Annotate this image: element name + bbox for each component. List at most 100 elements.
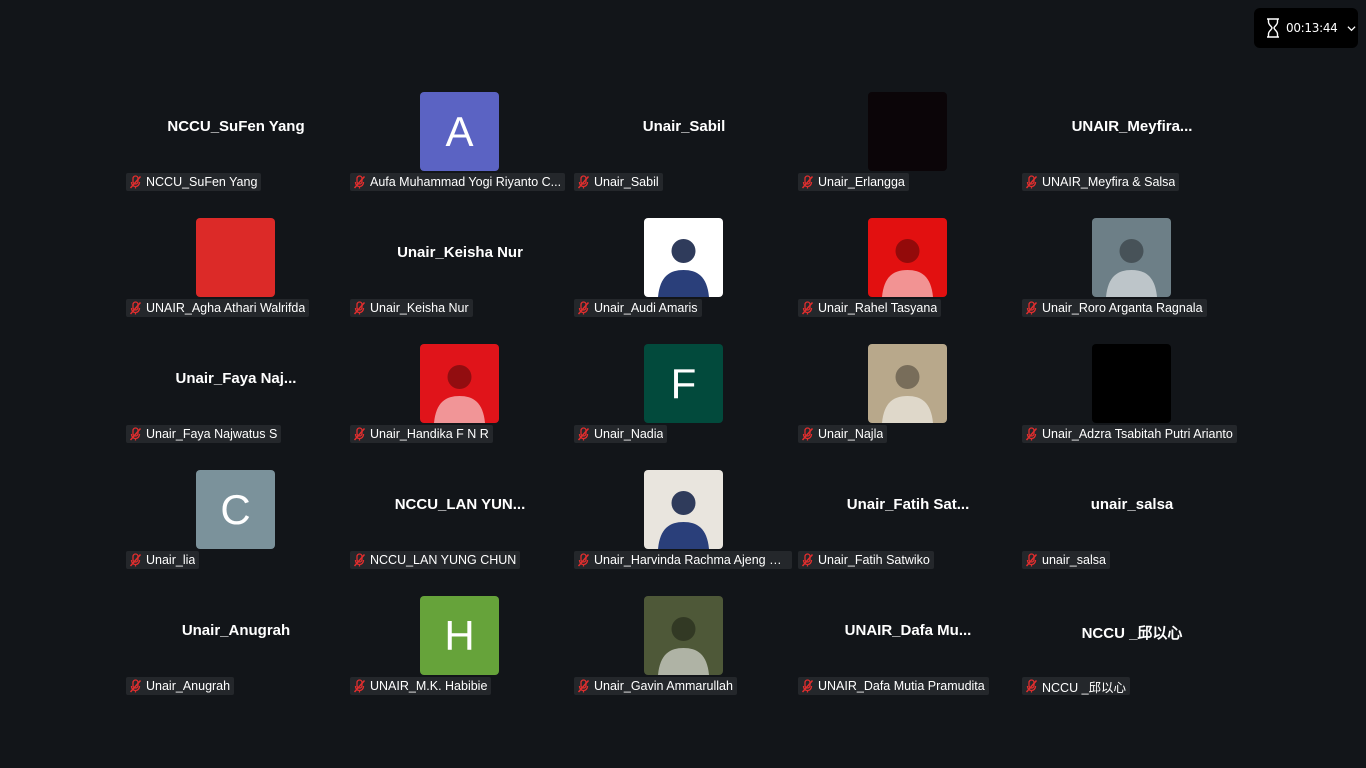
participant-name-label: UNAIR_Meyfira & Salsa xyxy=(1022,173,1180,191)
muted-mic-icon xyxy=(801,553,814,567)
participant-tile[interactable]: Unair_Erlangga xyxy=(796,90,1020,196)
participant-tile[interactable]: H UNAIR_M.K. Habibie xyxy=(348,594,572,700)
participant-display-name: unair_salsa xyxy=(1090,496,1174,513)
participant-tile[interactable]: Unair_Fatih Sat... Unair_Fatih Satwiko xyxy=(796,468,1020,574)
participant-name-label: Unair_Roro Arganta Ragnala xyxy=(1022,299,1207,317)
participant-name-label: Aufa Muhammad Yogi Riyanto C... xyxy=(350,173,566,191)
participant-name-label: Unair_Audi Amaris xyxy=(574,299,702,317)
participant-display-name: Unair_Sabil xyxy=(642,118,726,135)
person-photo-icon xyxy=(658,239,709,297)
participant-name: Unair_Roro Arganta Ragnala xyxy=(1042,301,1203,315)
participant-name-label: Unair_Sabil xyxy=(574,173,663,191)
participant-tile[interactable]: Unair_Handika F N R xyxy=(348,342,572,448)
participant-name-label: Unair_Keisha Nur xyxy=(350,299,473,317)
participant-name: NCCU_LAN YUNG CHUN xyxy=(370,553,517,567)
hourglass-icon xyxy=(1267,18,1279,38)
participant-avatar xyxy=(1092,344,1171,423)
participant-name-label: Unair_Harvinda Rachma Ajeng Fi... xyxy=(574,551,792,569)
muted-mic-icon xyxy=(353,301,366,315)
participant-tile[interactable]: Unair_Faya Naj... Unair_Faya Najwatus S xyxy=(124,342,348,448)
muted-mic-icon xyxy=(129,679,142,693)
participant-tile[interactable]: Unair_Gavin Ammarullah xyxy=(572,594,796,700)
participant-tile[interactable]: UNAIR_Dafa Mu... UNAIR_Dafa Mutia Pramudi… xyxy=(796,594,1020,700)
participant-avatar xyxy=(1092,218,1171,297)
muted-mic-icon xyxy=(129,301,142,315)
participant-tile[interactable]: F Unair_Nadia xyxy=(572,342,796,448)
timer-value: 00:13:44 xyxy=(1286,21,1338,35)
muted-mic-icon xyxy=(1025,553,1038,567)
chevron-down-icon[interactable] xyxy=(1346,24,1356,33)
muted-mic-icon xyxy=(577,301,590,315)
avatar-initial: C xyxy=(220,485,251,533)
participant-tile[interactable]: Unair_Rahel Tasyana xyxy=(796,216,1020,322)
participant-tile[interactable]: Unair_Sabil Unair_Sabil xyxy=(572,90,796,196)
participant-tile[interactable]: NCCU_SuFen Yang NCCU_SuFen Yang xyxy=(124,90,348,196)
person-photo-icon xyxy=(658,617,709,675)
participant-avatar xyxy=(868,344,947,423)
participant-name: UNAIR_Meyfira & Salsa xyxy=(1042,175,1176,189)
participant-name: Unair_Erlangga xyxy=(818,175,905,189)
participant-display-name: UNAIR_Dafa Mu... xyxy=(844,622,972,639)
muted-mic-icon xyxy=(129,553,142,567)
participant-tile[interactable]: C Unair_lia xyxy=(124,468,348,574)
participant-display-name: Unair_Fatih Sat... xyxy=(846,496,970,513)
participant-name: unair_salsa xyxy=(1042,553,1106,567)
participant-tile[interactable]: Unair_Audi Amaris xyxy=(572,216,796,322)
muted-mic-icon xyxy=(353,175,366,189)
participant-name-label: Unair_Erlangga xyxy=(798,173,909,191)
meeting-timer[interactable]: 00:13:44 xyxy=(1254,8,1358,48)
participant-tile[interactable]: NCCU_LAN YUN... NCCU_LAN YUNG CHUN xyxy=(348,468,572,574)
participant-tile[interactable]: unair_salsa unair_salsa xyxy=(1020,468,1244,574)
participant-name-label: Unair_Gavin Ammarullah xyxy=(574,677,737,695)
participant-name: Unair_Fatih Satwiko xyxy=(818,553,930,567)
participant-avatar xyxy=(196,218,275,297)
participant-name: Unair_Harvinda Rachma Ajeng Fi... xyxy=(594,553,788,567)
participant-name: Unair_lia xyxy=(146,553,196,567)
participant-avatar xyxy=(644,218,723,297)
participant-tile[interactable]: UNAIR_Meyfira... UNAIR_Meyfira & Salsa xyxy=(1020,90,1244,196)
participant-avatar: H xyxy=(420,596,499,675)
muted-mic-icon xyxy=(577,679,590,693)
muted-mic-icon xyxy=(577,553,590,567)
avatar-initial: A xyxy=(445,107,474,155)
muted-mic-icon xyxy=(1025,427,1038,441)
participant-display-name: UNAIR_Meyfira... xyxy=(1071,118,1193,135)
participant-name: UNAIR_Dafa Mutia Pramudita xyxy=(818,679,985,693)
muted-mic-icon xyxy=(353,553,366,567)
participant-name: UNAIR_M.K. Habibie xyxy=(370,679,488,693)
participant-name-label: UNAIR_Dafa Mutia Pramudita xyxy=(798,677,989,695)
participant-avatar: F xyxy=(644,344,723,423)
participant-tile[interactable]: Unair_Najla xyxy=(796,342,1020,448)
muted-mic-icon xyxy=(577,427,590,441)
participant-name-label: NCCU_LAN YUNG CHUN xyxy=(350,551,521,569)
participant-tile[interactable]: Unair_Harvinda Rachma Ajeng Fi... xyxy=(572,468,796,574)
participant-name-label: Unair_Nadia xyxy=(574,425,668,443)
participant-name-label: NCCU _邱以心 xyxy=(1022,677,1131,695)
participant-display-name: Unair_Anugrah xyxy=(181,622,291,639)
muted-mic-icon xyxy=(801,679,814,693)
participant-name-label: Unair_Handika F N R xyxy=(350,425,493,443)
muted-mic-icon xyxy=(1025,301,1038,315)
person-photo-icon xyxy=(882,365,933,423)
participant-display-name: NCCU _邱以心 xyxy=(1081,625,1183,642)
participant-name: Unair_Anugrah xyxy=(146,679,231,693)
participant-name-label: Unair_Anugrah xyxy=(126,677,235,695)
muted-mic-icon xyxy=(801,427,814,441)
person-photo-icon xyxy=(882,239,933,297)
participant-name: Unair_Gavin Ammarullah xyxy=(594,679,733,693)
participant-name: Unair_Audi Amaris xyxy=(594,301,698,315)
participant-name: NCCU _邱以心 xyxy=(1042,680,1127,695)
participant-tile[interactable]: Unair_Roro Arganta Ragnala xyxy=(1020,216,1244,322)
person-photo-icon xyxy=(658,491,709,549)
participant-name: Unair_Adzra Tsabitah Putri Arianto xyxy=(1042,427,1233,441)
participant-name-label: NCCU_SuFen Yang xyxy=(126,173,262,191)
participant-tile[interactable]: UNAIR_Agha Athari Walrifda xyxy=(124,216,348,322)
participant-tile[interactable]: Unair_Keisha Nur Unair_Keisha Nur xyxy=(348,216,572,322)
muted-mic-icon xyxy=(1025,679,1038,693)
avatar-initial: H xyxy=(444,611,475,659)
participant-tile[interactable]: Unair_Adzra Tsabitah Putri Arianto xyxy=(1020,342,1244,448)
participant-tile[interactable]: NCCU _邱以心 NCCU _邱以心 xyxy=(1020,594,1244,700)
participant-tile[interactable]: Unair_Anugrah Unair_Anugrah xyxy=(124,594,348,700)
participant-tile[interactable]: A Aufa Muhammad Yogi Riyanto C... xyxy=(348,90,572,196)
participant-display-name: Unair_Faya Naj... xyxy=(175,370,297,387)
